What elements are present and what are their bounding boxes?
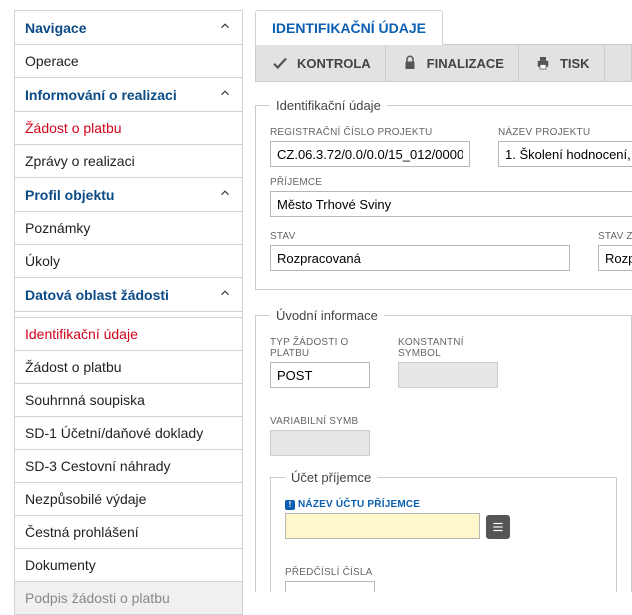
nav-label: Žádost o platbu: [25, 120, 122, 136]
toolbar-label: FINALIZACE: [427, 56, 504, 71]
nav-operace[interactable]: Operace: [15, 45, 242, 78]
nav-label: Informování o realizaci: [25, 87, 177, 103]
nav-label: Profil objektu: [25, 187, 114, 203]
tab-label: IDENTIFIKAČNÍ ÚDAJE: [272, 20, 426, 36]
nav-label: SD-1 Účetní/daňové doklady: [25, 425, 203, 441]
fieldset-identifikacni-udaje: Identifikační údaje REGISTRAČNÍ ČÍSLO PR…: [255, 98, 632, 290]
toolbar-label: TISK: [560, 56, 590, 71]
label-konstantni-symbol: KONSTANTNÍ SYMBOL: [398, 337, 498, 359]
input-konstantni-symbol: [398, 362, 498, 388]
input-reg-cislo[interactable]: [270, 141, 470, 167]
toolbar-tisk[interactable]: TISK: [519, 45, 605, 81]
input-nazev-uctu[interactable]: [285, 513, 480, 539]
input-stavz[interactable]: [598, 245, 632, 271]
chevron-up-icon: [218, 86, 232, 103]
nav-label: Poznámky: [25, 220, 90, 236]
nav-header-datova[interactable]: Datová oblast žádosti: [15, 278, 242, 312]
label-variabilni-symbol: VARIABILNÍ SYMB: [270, 416, 370, 427]
tab-identifikacni-udaje[interactable]: IDENTIFIKAČNÍ ÚDAJE: [255, 10, 443, 45]
toolbar-kontrola[interactable]: KONTROLA: [256, 45, 386, 81]
nav-label: Podpis žádosti o platbu: [25, 590, 170, 606]
nav-label: Souhrnná soupiska: [25, 392, 145, 408]
nav-label: SD-3 Cestovní náhrady: [25, 458, 171, 474]
nav-label: Žádost o platbu: [25, 359, 122, 375]
nav-cestna[interactable]: Čestná prohlášení: [15, 516, 242, 549]
nav-zadost-platbu[interactable]: Žádost o platbu: [15, 112, 242, 145]
toolbar: KONTROLA FINALIZACE TISK: [255, 44, 632, 82]
nav-header-profil[interactable]: Profil objektu: [15, 178, 242, 212]
fieldset-ucet-prijemce: Účet příjemce !NÁZEV ÚČTU PŘÍJEMCE: [270, 470, 617, 592]
lock-icon: [400, 53, 420, 73]
nav-nezp[interactable]: Nezpůsobilé výdaje: [15, 483, 242, 516]
input-stav[interactable]: [270, 245, 570, 271]
chevron-up-icon: [218, 19, 232, 36]
nav-label: Identifikační údaje: [25, 326, 138, 342]
chevron-up-icon: [218, 186, 232, 203]
toolbar-label: KONTROLA: [297, 56, 371, 71]
nav-label: Operace: [25, 53, 79, 69]
nav-identifikacni-udaje[interactable]: Identifikační údaje: [15, 318, 242, 351]
legend: Identifikační údaje: [270, 98, 387, 113]
input-predcisli[interactable]: [285, 581, 375, 592]
nav-souhrnna[interactable]: Souhrnná soupiska: [15, 384, 242, 417]
nav-label: Zprávy o realizaci: [25, 153, 135, 169]
legend: Účet příjemce: [285, 470, 377, 485]
label-predcisli: PŘEDČÍSLÍ ČÍSLA: [285, 567, 375, 578]
input-typ-zadosti[interactable]: [270, 362, 370, 388]
input-variabilni-symbol: [270, 430, 370, 456]
nav-header-informovani[interactable]: Informování o realizaci: [15, 78, 242, 112]
nav-dokumenty[interactable]: Dokumenty: [15, 549, 242, 582]
nav-zpravy[interactable]: Zprávy o realizaci: [15, 145, 242, 178]
nav-label: Navigace: [25, 20, 86, 36]
nav-sd3[interactable]: SD-3 Cestovní náhrady: [15, 450, 242, 483]
chevron-up-icon: [218, 286, 232, 303]
nav-podpis: Podpis žádosti o platbu: [15, 582, 242, 614]
nav-label: Dokumenty: [25, 557, 96, 573]
fieldset-uvodni-informace: Úvodní informace TYP ŽÁDOSTI O PLATBU KO…: [255, 308, 632, 592]
nav-label: Nezpůsobilé výdaje: [25, 491, 146, 507]
label-stav: STAV: [270, 231, 570, 242]
label-typ-zadosti: TYP ŽÁDOSTI O PLATBU: [270, 337, 370, 359]
nav-label: Úkoly: [25, 253, 60, 269]
label-nazev-uctu: !NÁZEV ÚČTU PŘÍJEMCE: [285, 499, 510, 510]
label-stavz: STAV Z: [598, 231, 632, 242]
nav-label: Datová oblast žádosti: [25, 287, 169, 303]
nav-label: Čestná prohlášení: [25, 524, 139, 540]
print-icon: [533, 53, 553, 73]
nav-zadost-platbu2[interactable]: Žádost o platbu: [15, 351, 242, 384]
check-icon: [270, 53, 290, 73]
nav-header-navigace[interactable]: Navigace: [15, 11, 242, 45]
label-reg-cislo: REGISTRAČNÍ ČÍSLO PROJEKTU: [270, 127, 470, 138]
input-nazev-projektu[interactable]: [498, 141, 632, 167]
input-prijemce[interactable]: [270, 191, 632, 217]
label-nazev-projektu: NÁZEV PROJEKTU: [498, 127, 632, 138]
nav-sd1[interactable]: SD-1 Účetní/daňové doklady: [15, 417, 242, 450]
nav-poznamky[interactable]: Poznámky: [15, 212, 242, 245]
legend: Úvodní informace: [270, 308, 384, 323]
list-picker-button[interactable]: [486, 515, 510, 539]
label-prijemce: PŘÍJEMCE: [270, 177, 632, 188]
nav-ukoly[interactable]: Úkoly: [15, 245, 242, 278]
toolbar-finalizace[interactable]: FINALIZACE: [386, 45, 519, 81]
